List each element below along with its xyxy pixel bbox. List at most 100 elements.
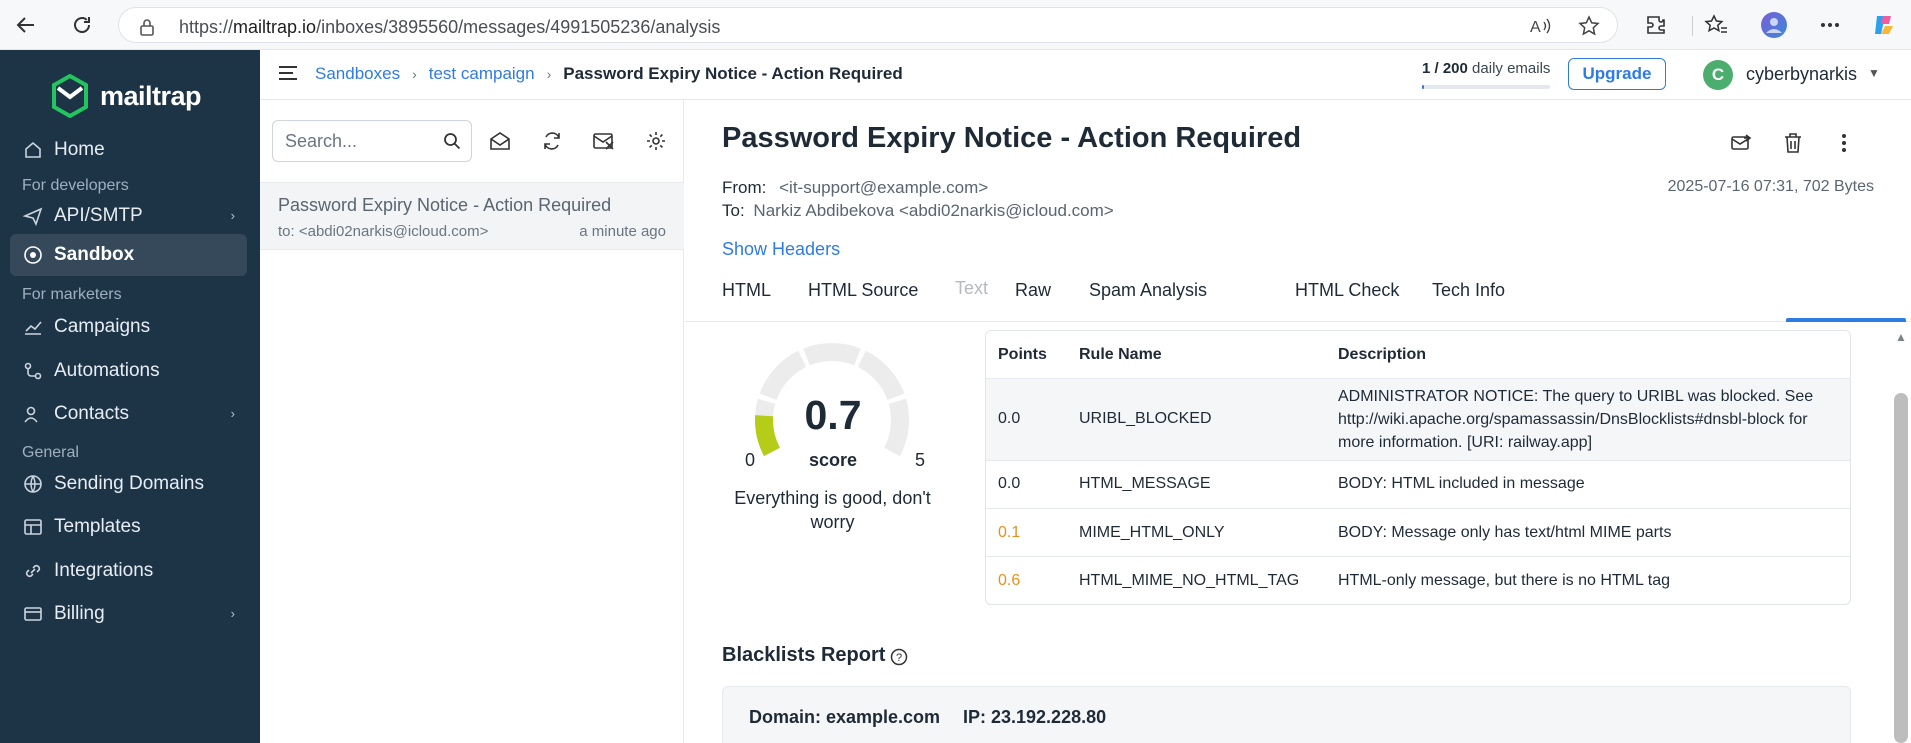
address-bar[interactable]: https://mailtrap.io/inboxes/3895560/mess… <box>118 7 1618 43</box>
tab-spam-analysis[interactable]: Spam Analysis <box>1089 280 1207 320</box>
show-headers-link[interactable]: Show Headers <box>722 239 840 260</box>
from-value: <it-support@example.com> <box>779 178 989 197</box>
table-header-row: Points Rule Name Description <box>986 331 1850 379</box>
profile-avatar-icon[interactable] <box>1758 9 1790 41</box>
blacklist-domain: Domain: example.com <box>749 707 941 727</box>
section-marketers: For marketers <box>22 286 122 303</box>
forward-icon[interactable] <box>1727 128 1757 158</box>
kebab-menu-icon[interactable] <box>1829 128 1859 158</box>
sidebar-item-sending-domains[interactable]: Sending Domains <box>10 463 247 505</box>
read-aloud-icon[interactable]: A <box>1529 14 1553 38</box>
chevron-down-icon[interactable]: ▼ <box>1868 66 1880 80</box>
gear-icon[interactable] <box>643 128 669 154</box>
sidebar-item-home[interactable]: Home <box>10 129 247 171</box>
sidebar-item-automations[interactable]: Automations <box>10 350 247 392</box>
sidebar-item-sandbox[interactable]: Sandbox <box>10 234 247 276</box>
upgrade-button[interactable]: Upgrade <box>1568 58 1666 90</box>
tab-html[interactable]: HTML <box>722 280 771 320</box>
rule-description: BODY: HTML included in message <box>1338 475 1585 492</box>
username[interactable]: cyberbynarkis <box>1746 64 1857 85</box>
breadcrumb: Sandboxes › test campaign › Password Exp… <box>315 64 903 84</box>
rule-points: 0.0 <box>998 475 1021 492</box>
sidebar-item-label: Integrations <box>54 560 154 581</box>
sidebar-item-label: Campaigns <box>54 316 151 337</box>
link-icon <box>22 560 44 582</box>
mailtrap-logo[interactable]: mailtrap <box>50 74 202 118</box>
rule-points: 0.0 <box>998 410 1021 427</box>
clear-inbox-icon[interactable] <box>591 128 617 154</box>
table-row: 0.1 MIME_HTML_ONLY BODY: Message only ha… <box>986 509 1850 557</box>
message-recipient: to: <abdi02narkis@icloud.com> <box>278 223 489 240</box>
list-item[interactable]: Password Expiry Notice - Action Required… <box>260 182 684 250</box>
menu-icon[interactable] <box>278 65 298 86</box>
tab-html-source[interactable]: HTML Source <box>808 280 918 320</box>
send-icon <box>22 205 44 227</box>
favorites-icon[interactable] <box>1700 9 1732 41</box>
tab-tech-info[interactable]: Tech Info <box>1432 280 1505 320</box>
sidebar-item-campaigns[interactable]: Campaigns <box>10 306 247 348</box>
col-description: Description <box>1338 346 1427 363</box>
message-time: a minute ago <box>579 223 666 240</box>
sidebar-item-label: Automations <box>54 360 160 381</box>
sidebar-item-billing[interactable]: Billing › <box>10 593 247 635</box>
tab-raw[interactable]: Raw <box>1015 280 1051 320</box>
sidebar-item-label: Sandbox <box>54 244 135 265</box>
refresh-icon[interactable] <box>66 9 98 41</box>
message-date-size: 2025-07-16 07:31, 702 Bytes <box>1667 178 1874 195</box>
chevron-right-icon: › <box>230 208 235 223</box>
sidebar: mailtrap Home For developers API/SMTP › … <box>0 50 260 743</box>
breadcrumb-separator: › <box>546 66 552 82</box>
spam-score-label: score <box>808 450 858 470</box>
automation-icon <box>22 360 44 382</box>
globe-icon <box>22 473 44 495</box>
rule-description: HTML-only message, but there is no HTML … <box>1338 572 1670 589</box>
message-subject: Password Expiry Notice - Action Required <box>278 195 612 215</box>
sidebar-item-api-smtp[interactable]: API/SMTP › <box>10 195 247 237</box>
to-row: To: Narkiz Abdibekova <abdi02narkis@iclo… <box>722 201 1114 221</box>
search-box[interactable] <box>272 120 472 162</box>
scroll-up-icon[interactable]: ▲ <box>1895 330 1907 344</box>
scrollbar-thumb[interactable] <box>1894 393 1908 743</box>
rule-name: MIME_HTML_ONLY <box>1079 524 1225 541</box>
spam-score-message: Everything is good, don't worry <box>734 488 931 532</box>
mailtrap-logo-icon <box>52 74 88 118</box>
sidebar-item-integrations[interactable]: Integrations <box>10 550 247 592</box>
rule-name: URIBL_BLOCKED <box>1079 410 1212 427</box>
svg-text:?: ? <box>896 652 902 664</box>
extensions-icon[interactable] <box>1640 9 1672 41</box>
mark-read-icon[interactable] <box>487 128 513 154</box>
tab-html-check[interactable]: HTML Check <box>1295 280 1399 320</box>
section-developers: For developers <box>22 177 129 194</box>
lock-icon <box>139 18 155 41</box>
table-row: 0.0 URIBL_BLOCKED ADMINISTRATOR NOTICE: … <box>986 379 1850 461</box>
browser-toolbar: https://mailtrap.io/inboxes/3895560/mess… <box>0 0 1911 50</box>
template-icon <box>22 516 44 538</box>
help-icon[interactable]: ? <box>890 648 908 671</box>
refresh-icon[interactable] <box>539 128 565 154</box>
favorite-star-icon[interactable] <box>1577 14 1601 38</box>
back-icon[interactable] <box>10 9 42 41</box>
usage-count: 1 / 200 <box>1422 60 1468 77</box>
sandbox-icon <box>22 244 44 266</box>
message-list-panel: Password Expiry Notice - Action Required… <box>260 100 684 743</box>
gauge-segment <box>883 398 909 457</box>
search-icon[interactable] <box>443 132 461 155</box>
from-label: From: <box>722 178 767 197</box>
more-menu-icon[interactable] <box>1814 9 1846 41</box>
search-input[interactable] <box>285 130 435 152</box>
gauge-max-label: 5 <box>915 450 926 470</box>
billing-icon <box>22 603 44 625</box>
sidebar-item-label: Sending Domains <box>54 473 204 494</box>
sidebar-item-templates[interactable]: Templates <box>10 506 247 548</box>
daily-usage: 1 / 200 daily emails <box>1422 60 1550 77</box>
gauge-min-label: 0 <box>745 450 756 470</box>
avatar[interactable]: C <box>1703 60 1733 90</box>
trash-icon[interactable] <box>1778 128 1808 158</box>
copilot-icon[interactable] <box>1868 9 1900 41</box>
breadcrumb-separator: › <box>412 66 417 82</box>
sidebar-item-contacts[interactable]: Contacts › <box>10 393 247 435</box>
breadcrumb-test-campaign[interactable]: test campaign <box>429 64 535 84</box>
to-label: To: <box>722 201 745 220</box>
breadcrumb-sandboxes[interactable]: Sandboxes <box>315 64 400 84</box>
gauge-segment <box>803 343 861 366</box>
